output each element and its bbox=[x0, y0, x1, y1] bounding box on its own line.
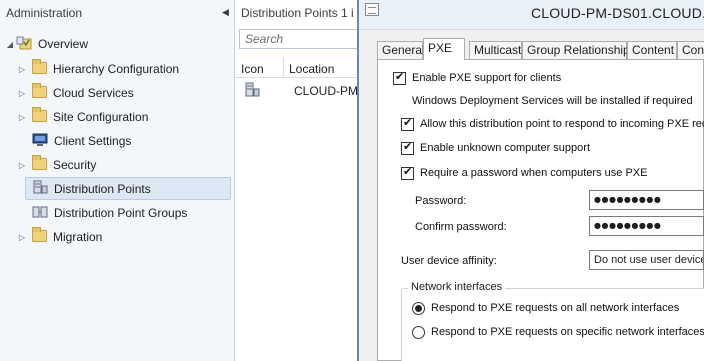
tree-item-label: Distribution Point Groups bbox=[54, 206, 188, 220]
list-pane: Distribution Points 1 i Search Icon Loca… bbox=[235, 0, 369, 361]
user-device-affinity-label: User device affinity: bbox=[401, 255, 497, 267]
dialog-title: CLOUD-PM-DS01.CLOUD.V bbox=[531, 5, 704, 21]
tree-item-overview[interactable]: ◢ Overview bbox=[4, 33, 88, 55]
tab-pxe[interactable]: PXE bbox=[423, 38, 465, 60]
tree-item-client-settings[interactable]: Client Settings bbox=[28, 130, 131, 152]
password-field[interactable]: ●●●●●●●●● bbox=[589, 190, 704, 210]
tree-item-distribution-point-groups[interactable]: Distribution Point Groups bbox=[28, 202, 187, 224]
expanded-arrow-icon[interactable]: ◢ bbox=[4, 40, 16, 49]
tree-item-label: Migration bbox=[53, 230, 103, 244]
folder-icon bbox=[32, 154, 47, 173]
collapsed-arrow-icon[interactable]: ▷ bbox=[16, 113, 28, 122]
collapsed-arrow-icon[interactable]: ▷ bbox=[16, 233, 28, 242]
unknown-computer-checkbox[interactable] bbox=[401, 140, 414, 155]
respond-all-interfaces-label: Respond to PXE requests on all network i… bbox=[431, 302, 680, 314]
tab-multicast[interactable]: Multicast bbox=[469, 41, 522, 59]
tree-item-label: Client Settings bbox=[54, 134, 132, 148]
column-header-icon[interactable]: Icon bbox=[241, 62, 264, 76]
overview-icon bbox=[16, 36, 32, 53]
wds-note: Windows Deployment Services will be inst… bbox=[412, 95, 693, 107]
collapsed-arrow-icon[interactable]: ▷ bbox=[16, 89, 28, 98]
folder-icon bbox=[32, 106, 47, 125]
enable-pxe-label: Enable PXE support for clients bbox=[412, 72, 562, 84]
search-input[interactable]: Search bbox=[239, 29, 369, 49]
distribution-point-groups-icon bbox=[32, 205, 48, 222]
tab-group-relationships[interactable]: Group Relationships bbox=[522, 41, 636, 59]
password-label: Password: bbox=[415, 195, 467, 207]
distribution-point-icon bbox=[32, 180, 48, 197]
confirm-password-field[interactable]: ●●●●●●●●● bbox=[589, 216, 704, 236]
tree-item-migration[interactable]: ▷ Migration bbox=[16, 226, 102, 248]
distribution-point-icon bbox=[244, 82, 260, 101]
tab-general[interactable]: General bbox=[377, 41, 425, 59]
folder-icon bbox=[32, 226, 47, 245]
column-header-location[interactable]: Location bbox=[289, 62, 334, 76]
require-password-label: Require a password when computers use PX… bbox=[420, 167, 648, 179]
respond-specific-interfaces-label: Respond to PXE requests on specific netw… bbox=[431, 326, 704, 338]
client-settings-icon bbox=[32, 133, 48, 150]
tree-item-label: Security bbox=[53, 158, 97, 172]
confirm-password-label: Confirm password: bbox=[415, 221, 507, 233]
list-header: Icon Location bbox=[235, 58, 365, 78]
network-interfaces-label: Network interfaces bbox=[408, 281, 506, 293]
respond-specific-interfaces-radio[interactable] bbox=[412, 326, 425, 339]
collapsed-arrow-icon[interactable]: ▷ bbox=[16, 161, 28, 170]
navigation-pane: Administration ◀ ◢ Overview ▷ Hierarchy … bbox=[0, 0, 235, 361]
enable-pxe-checkbox[interactable] bbox=[393, 70, 406, 85]
tab-content-locations[interactable]: Con bbox=[677, 41, 704, 59]
tree-item-label: Distribution Points bbox=[54, 181, 151, 196]
tree-item-security[interactable]: ▷ Security bbox=[16, 154, 96, 176]
tab-content[interactable]: Content bbox=[627, 41, 677, 59]
require-password-checkbox[interactable] bbox=[401, 165, 414, 180]
row-location: CLOUD-PM bbox=[294, 84, 359, 98]
collapsed-arrow-icon[interactable]: ▷ bbox=[16, 65, 28, 74]
dialog-titlebar[interactable]: CLOUD-PM-DS01.CLOUD.V bbox=[359, 0, 704, 30]
list-title: Distribution Points 1 i bbox=[241, 6, 354, 20]
tree-item-label: Overview bbox=[38, 37, 89, 51]
folder-icon bbox=[32, 82, 47, 101]
allow-respond-checkbox[interactable] bbox=[401, 116, 414, 131]
folder-icon bbox=[32, 58, 47, 77]
tree-item-hierarchy-configuration[interactable]: ▷ Hierarchy Configuration bbox=[16, 58, 179, 80]
tree-item-label: Cloud Services bbox=[53, 86, 134, 100]
collapse-pane-icon[interactable]: ◀ bbox=[222, 7, 229, 18]
tree-item-label: Hierarchy Configuration bbox=[53, 62, 180, 76]
tree-item-label: Site Configuration bbox=[53, 110, 149, 124]
allow-respond-label: Allow this distribution point to respond… bbox=[420, 118, 704, 130]
network-interfaces-group bbox=[401, 288, 704, 361]
unknown-computer-label: Enable unknown computer support bbox=[420, 142, 590, 154]
respond-all-interfaces-radio[interactable] bbox=[412, 302, 425, 315]
tree-item-cloud-services[interactable]: ▷ Cloud Services bbox=[16, 82, 134, 104]
window-icon[interactable] bbox=[365, 3, 379, 16]
user-device-affinity-dropdown[interactable]: Do not use user device bbox=[589, 250, 704, 270]
nav-title: Administration bbox=[6, 6, 83, 20]
tree-item-site-configuration[interactable]: ▷ Site Configuration bbox=[16, 106, 148, 128]
tree-item-distribution-points[interactable]: Distribution Points bbox=[25, 177, 231, 200]
